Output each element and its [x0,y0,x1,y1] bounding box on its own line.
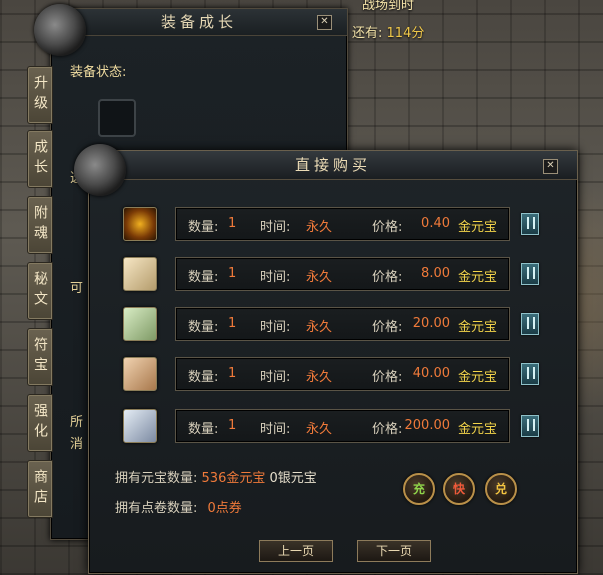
equip-status-label: 装备状态: [70,65,127,80]
direct-purchase-dialog: 直接购买 ✕ 数量: 1 时间: 永久 价格: 0.40 金元宝 数量: 1 时… [88,150,578,574]
buy-button[interactable] [521,213,539,235]
golden-dragon-gem-icon[interactable] [123,207,157,241]
qty-value: 1 [228,216,237,231]
equip-slot[interactable] [98,99,136,137]
owned-points-label: 拥有点卷数量: [115,501,198,516]
hud-battlefield-text: 战场到时 [362,0,415,13]
next-page-button[interactable]: 下一页 [357,540,431,562]
green-rune-tile-icon[interactable] [123,307,157,341]
time-value: 永久 [306,370,333,385]
buy-button[interactable] [521,415,539,437]
orange-rune-tile-icon[interactable] [123,357,157,391]
price-value: 0.40 [421,216,450,231]
tab-enhance[interactable]: 强化 [27,394,53,452]
purchase-row: 数量: 1 时间: 永久 价格: 0.40 金元宝 [175,207,510,241]
tab-growth[interactable]: 成长 [27,130,53,188]
qty-label: 数量: [188,422,219,437]
time-value: 永久 [306,320,333,335]
time-value: 永久 [306,270,333,285]
purchase-row: 数量: 1 时间: 永久 价格: 20.00 金元宝 [175,307,510,341]
currency-label: 金元宝 [458,220,498,235]
prev-page-button[interactable]: 上一页 [259,540,333,562]
price-value: 20.00 [412,316,450,331]
dragon-ornament-icon [74,144,126,196]
direct-purchase-title: 直接购买 [89,151,577,180]
direct-purchase-close-button[interactable]: ✕ [543,159,558,174]
tab-upgrade[interactable]: 升级 [27,66,53,124]
time-label: 时间: [260,270,291,285]
close-icon: ✕ [546,160,555,171]
owned-yuanbao-line: 拥有元宝数量: 536金元宝 0银元宝 [115,467,317,486]
truncated-label-3: 消 [70,437,84,452]
owned-yuanbao-label: 拥有元宝数量: [115,471,198,486]
tab-shop[interactable]: 商店 [27,460,53,518]
hud-battlefield-line: 战场到时 [362,0,414,13]
close-icon: ✕ [320,16,329,27]
time-value: 永久 [306,422,333,437]
dragon-ornament-icon [34,4,86,56]
recharge-button[interactable]: 充 [403,473,435,505]
tab-talisman[interactable]: 符宝 [27,328,53,386]
qty-label: 数量: [188,320,219,335]
qty-value: 1 [228,266,237,281]
qty-value: 1 [228,418,237,433]
tab-soul[interactable]: 附魂 [27,196,53,254]
qty-value: 1 [228,366,237,381]
purchase-row: 数量: 1 时间: 永久 价格: 40.00 金元宝 [175,357,510,391]
truncated-label-1: 可 [70,281,84,296]
equipment-growth-title: 装备成长 [51,9,347,36]
time-label: 时间: [260,220,291,235]
equipment-growth-close-button[interactable]: ✕ [317,15,332,30]
quick-button[interactable]: 快 [443,473,475,505]
owned-points-value: 0点券 [207,501,242,516]
owned-points-line: 拥有点卷数量: 0点券 [115,497,242,516]
purple-rune-tile-icon[interactable] [123,409,157,443]
currency-label: 金元宝 [458,370,498,385]
currency-label: 金元宝 [458,320,498,335]
currency-label: 金元宝 [458,270,498,285]
hud-remaining-label: 还有: [352,26,383,41]
price-label: 价格: [372,370,403,385]
qty-label: 数量: [188,370,219,385]
hud-remaining-value: 114分 [386,26,425,41]
price-value: 40.00 [412,366,450,381]
price-label: 价格: [372,220,403,235]
price-label: 价格: [372,270,403,285]
qty-label: 数量: [188,220,219,235]
price-value: 8.00 [421,266,450,281]
time-value: 永久 [306,220,333,235]
price-label: 价格: [372,320,403,335]
time-label: 时间: [260,320,291,335]
time-label: 时间: [260,422,291,437]
time-label: 时间: [260,370,291,385]
buy-button[interactable] [521,263,539,285]
price-value: 200.00 [404,418,451,433]
purchase-row: 数量: 1 时间: 永久 价格: 8.00 金元宝 [175,257,510,291]
buy-button[interactable] [521,313,539,335]
tab-secret-text[interactable]: 秘文 [27,262,53,320]
red-rune-tile-icon[interactable] [123,257,157,291]
truncated-label-2: 所 [70,415,84,430]
exchange-button[interactable]: 兑 [485,473,517,505]
purchase-row: 数量: 1 时间: 永久 价格: 200.00 金元宝 [175,409,510,443]
buy-button[interactable] [521,363,539,385]
hud-remaining-line: 还有: 114分 [352,22,424,41]
qty-value: 1 [228,316,237,331]
currency-label: 金元宝 [458,422,498,437]
owned-silver-value: 0银元宝 [269,471,317,486]
owned-gold-value: 536金元宝 [201,471,266,486]
qty-label: 数量: [188,270,219,285]
